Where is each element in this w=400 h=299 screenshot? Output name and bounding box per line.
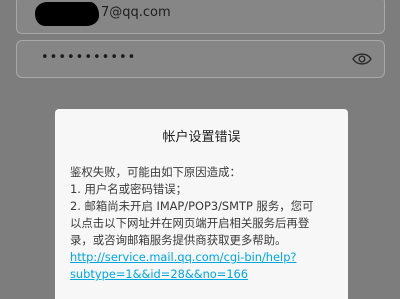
email-value: 7@qq.com bbox=[101, 5, 171, 20]
email-field[interactable]: 7@qq.com bbox=[16, 0, 385, 34]
dialog-title: 帐户设置错误 bbox=[162, 130, 241, 145]
message-line: 2. 邮箱尚未开启 IMAP/POP3/SMTP 服务，您可 bbox=[70, 199, 314, 213]
eye-icon[interactable] bbox=[352, 51, 372, 67]
message-line: 录，或咨询邮箱服务提供商获取更多帮助。 bbox=[70, 233, 287, 247]
help-link-part-1[interactable]: http://service.mail.qq.com/cgi-bin/help? bbox=[70, 250, 296, 264]
message-line: 以点击以下网址并在网页端开启相关服务后再登 bbox=[70, 216, 310, 230]
redacted-username bbox=[35, 2, 99, 26]
dialog-message: 鉴权失败，可能由如下原因造成： 1. 用户名或密码错误； 2. 邮箱尚未开启 I… bbox=[70, 164, 340, 283]
help-link-part-2[interactable]: subtype=1&&id=28&&no=166 bbox=[70, 267, 248, 281]
message-line: 鉴权失败，可能由如下原因造成： bbox=[70, 165, 241, 179]
help-link[interactable]: http://service.mail.qq.com/cgi-bin/help?… bbox=[70, 249, 340, 283]
message-line: 1. 用户名或密码错误； bbox=[70, 182, 188, 196]
password-field[interactable]: ••••••••••• bbox=[16, 40, 385, 78]
account-error-dialog: 帐户设置错误 鉴权失败，可能由如下原因造成： 1. 用户名或密码错误； 2. 邮… bbox=[55, 109, 348, 299]
password-value: ••••••••••• bbox=[41, 50, 137, 65]
